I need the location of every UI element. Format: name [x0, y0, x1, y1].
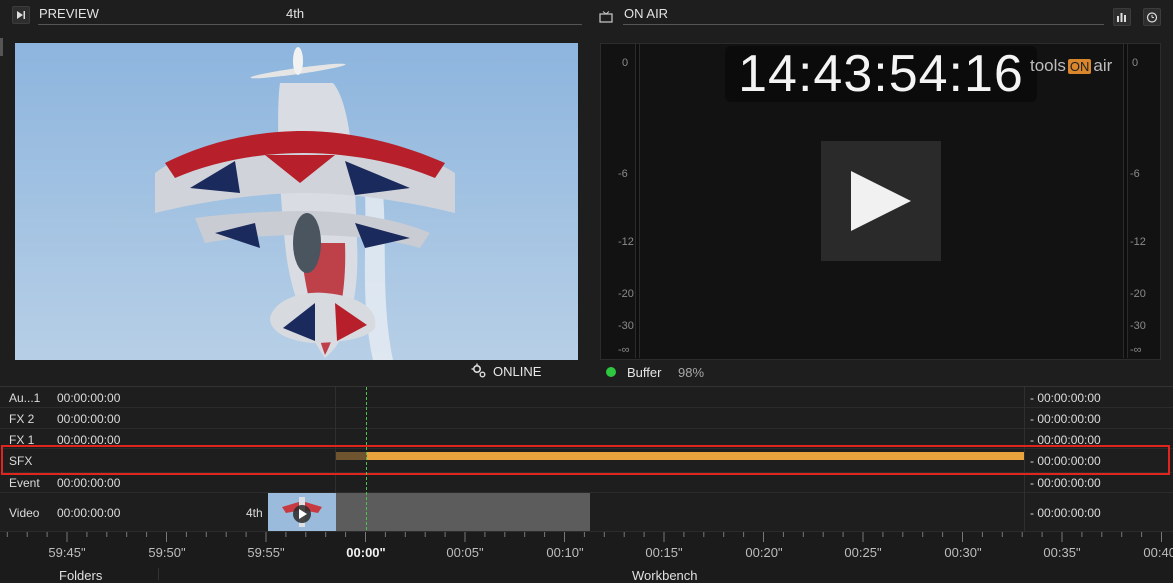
track-end-timecode: - 00:00:00:00 — [1030, 412, 1101, 426]
meter-tick: -∞ — [618, 344, 630, 356]
track-name: FX 2 — [9, 412, 35, 426]
preview-status: ONLINE — [471, 363, 541, 379]
preview-header-line — [38, 24, 582, 25]
onair-monitor-button[interactable] — [597, 8, 615, 26]
left-edge-handle[interactable] — [0, 38, 3, 56]
level-meter-button[interactable] — [1113, 8, 1131, 26]
meter-tick: -∞ — [1130, 344, 1142, 356]
ruler-label: 00:25" — [844, 545, 882, 560]
gear-icon — [471, 363, 486, 378]
track-end-timecode: - 00:00:00:00 — [1030, 506, 1101, 520]
meter-tick: -20 — [618, 288, 634, 300]
ruler-label: 00:30" — [944, 545, 982, 560]
online-status-label: ONLINE — [493, 363, 542, 379]
clock-icon — [1146, 12, 1158, 23]
track-name: Video — [9, 506, 40, 520]
ruler-label: 59:50" — [148, 545, 186, 560]
track-timecode: 00:00:00:00 — [57, 412, 121, 426]
meter-tick: -12 — [1130, 236, 1146, 248]
track-end-timecode: - 00:00:00:00 — [1030, 391, 1101, 405]
ruler-label: 59:55" — [247, 545, 285, 560]
preview-play-button[interactable] — [12, 6, 30, 24]
preview-clip-name: 4th — [286, 6, 305, 21]
track-end-timecode: - 00:00:00:00 — [1030, 476, 1101, 490]
footer-divider — [158, 568, 159, 580]
tab-workbench[interactable]: Workbench — [632, 568, 698, 583]
timecode-value: 14:43:54:16 — [738, 45, 1024, 103]
track-timecode: 00:00:00:00 — [57, 476, 121, 490]
onair-title: ON AIR — [624, 6, 669, 21]
preview-video — [15, 43, 578, 360]
meter-tick: 0 — [1132, 57, 1139, 69]
preview-title: PREVIEW — [39, 6, 99, 21]
meter-tick: -30 — [618, 320, 634, 332]
onair-play-button[interactable] — [821, 141, 941, 261]
video-clip[interactable] — [336, 493, 590, 531]
ruler-label: 59:45" — [48, 545, 86, 560]
level-meter-icon — [1117, 13, 1126, 22]
ruler-ticks — [6, 532, 1162, 542]
ruler-label: 00:10" — [546, 545, 584, 560]
ruler-label: 00:40" — [1143, 545, 1173, 560]
ruler-label: 00:00" — [346, 545, 386, 560]
monitor-icon — [599, 11, 613, 23]
timecode-display: 14:43:54:16 — [725, 45, 1037, 103]
onair-header-line — [623, 24, 1104, 25]
preview-image — [15, 43, 578, 360]
tab-folders[interactable]: Folders — [59, 568, 102, 583]
meter-tick: -6 — [1130, 168, 1140, 180]
buffer-status-dot — [606, 367, 616, 377]
play-icon — [851, 171, 911, 231]
meter-tick: -12 — [618, 236, 634, 248]
ruler-label: 00:15" — [645, 545, 683, 560]
track-name: Event — [9, 476, 40, 490]
ruler-label: 00:20" — [745, 545, 783, 560]
audio-meter-left: 0 -6 -12 -20 -30 -∞ — [604, 44, 644, 358]
track-timecode: 00:00:00:00 — [57, 506, 121, 520]
track-row-event[interactable]: Event 00:00:00:00 - 00:00:00:00 — [0, 473, 1173, 493]
track-name: Au...1 — [9, 391, 41, 405]
video-clip-label: 4th — [246, 506, 263, 520]
meter-tick: -30 — [1130, 320, 1146, 332]
tools-on-air-logo: tools ON air — [1030, 56, 1113, 75]
meter-tick: 0 — [622, 57, 629, 69]
buffer-label: Buffer — [627, 365, 662, 380]
meter-tick: -20 — [1130, 288, 1146, 300]
meter-tick: -6 — [618, 168, 628, 180]
sfx-highlight — [1, 445, 1170, 475]
track-row-fx2[interactable]: FX 2 00:00:00:00 - 00:00:00:00 — [0, 408, 1173, 429]
track-timecode: 00:00:00:00 — [57, 391, 121, 405]
play-preview-icon — [17, 11, 25, 19]
video-clip-thumbnail[interactable] — [268, 493, 336, 531]
playhead[interactable] — [366, 387, 367, 535]
ruler-label: 00:35" — [1043, 545, 1081, 560]
track-row-audio1[interactable]: Au...1 00:00:00:00 - 00:00:00:00 — [0, 387, 1173, 408]
buffer-value: 98% — [678, 365, 705, 380]
clock-button[interactable] — [1143, 8, 1161, 26]
ruler-label: 00:05" — [446, 545, 484, 560]
audio-meter-right: 0 -6 -12 -20 -30 -∞ — [1120, 44, 1160, 358]
